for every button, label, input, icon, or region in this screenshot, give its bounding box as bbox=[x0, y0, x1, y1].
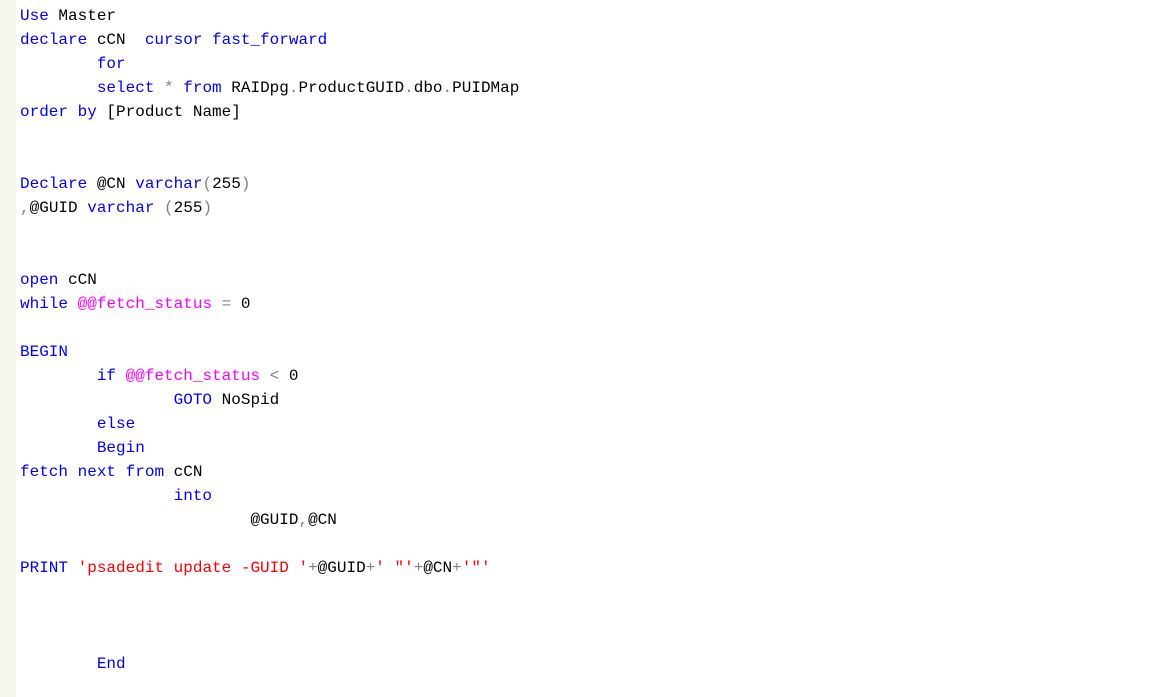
code-token: @@fetch_status bbox=[126, 367, 260, 385]
code-token: @CN bbox=[308, 511, 337, 529]
code-token: RAIDpg bbox=[222, 79, 289, 97]
code-token: varchar bbox=[135, 175, 202, 193]
code-token bbox=[212, 295, 222, 313]
code-token: GOTO bbox=[174, 391, 212, 409]
code-token: varchar bbox=[87, 199, 154, 217]
code-token: declare bbox=[20, 31, 87, 49]
code-token: ProductGUID bbox=[298, 79, 404, 97]
code-token: + bbox=[366, 559, 376, 577]
code-token: Use bbox=[20, 7, 49, 25]
code-token bbox=[68, 103, 78, 121]
code-token: order bbox=[20, 103, 68, 121]
code-token: Declare bbox=[20, 175, 87, 193]
code-token bbox=[154, 199, 164, 217]
code-token: ( bbox=[164, 199, 174, 217]
code-token: fetch bbox=[20, 463, 68, 481]
code-token: for bbox=[97, 55, 126, 73]
code-token: 'psadedit update -GUID ' bbox=[78, 559, 308, 577]
code-token bbox=[20, 391, 174, 409]
code-token: [Product Name] bbox=[97, 103, 241, 121]
code-token: + bbox=[414, 559, 424, 577]
code-token: @GUID bbox=[20, 511, 298, 529]
code-token: if bbox=[97, 367, 116, 385]
code-token bbox=[20, 487, 174, 505]
code-token bbox=[116, 367, 126, 385]
code-token: into bbox=[174, 487, 212, 505]
code-token: ) bbox=[241, 175, 251, 193]
code-token bbox=[116, 463, 126, 481]
code-token: NoSpid bbox=[212, 391, 279, 409]
code-token: . bbox=[404, 79, 414, 97]
code-token: '"' bbox=[462, 559, 491, 577]
code-token: < bbox=[270, 367, 280, 385]
code-token bbox=[20, 415, 97, 433]
code-token bbox=[68, 295, 78, 313]
code-token: cCN bbox=[58, 271, 96, 289]
code-token: 0 bbox=[231, 295, 250, 313]
code-token bbox=[20, 79, 97, 97]
code-token: ) bbox=[202, 199, 212, 217]
code-token: * bbox=[164, 79, 174, 97]
code-token: ' "' bbox=[375, 559, 413, 577]
code-token: @GUID bbox=[30, 199, 88, 217]
code-token: fast_forward bbox=[212, 31, 327, 49]
code-token: by bbox=[78, 103, 97, 121]
code-token: + bbox=[308, 559, 318, 577]
code-token bbox=[154, 79, 164, 97]
code-token: @CN bbox=[87, 175, 135, 193]
code-token bbox=[202, 31, 212, 49]
code-token: End bbox=[97, 655, 126, 673]
code-token: cCN bbox=[164, 463, 202, 481]
code-token: Begin bbox=[97, 439, 145, 457]
code-token: . bbox=[443, 79, 453, 97]
code-token bbox=[68, 559, 78, 577]
code-token: + bbox=[452, 559, 462, 577]
code-token: , bbox=[298, 511, 308, 529]
code-token: 0 bbox=[279, 367, 298, 385]
code-token: , bbox=[20, 199, 30, 217]
left-gutter bbox=[0, 0, 16, 697]
code-token bbox=[260, 367, 270, 385]
code-token: while bbox=[20, 295, 68, 313]
code-token: else bbox=[97, 415, 135, 433]
code-token: from bbox=[126, 463, 164, 481]
code-token: PUIDMap bbox=[452, 79, 519, 97]
code-token: select bbox=[97, 79, 155, 97]
code-token bbox=[20, 655, 97, 673]
code-token: PRINT bbox=[20, 559, 68, 577]
code-token bbox=[174, 79, 184, 97]
code-token: @CN bbox=[423, 559, 452, 577]
code-token: from bbox=[183, 79, 221, 97]
code-token: cursor bbox=[145, 31, 203, 49]
code-token: open bbox=[20, 271, 58, 289]
code-token: dbo bbox=[414, 79, 443, 97]
code-token: next bbox=[78, 463, 116, 481]
code-token: 255 bbox=[212, 175, 241, 193]
code-block: Use Master declare cCN cursor fast_forwa… bbox=[20, 4, 1167, 676]
code-token bbox=[20, 55, 97, 73]
code-token: 255 bbox=[174, 199, 203, 217]
code-token: @GUID bbox=[318, 559, 366, 577]
code-token: @@fetch_status bbox=[78, 295, 212, 313]
code-token: BEGIN bbox=[20, 343, 68, 361]
code-token: cCN bbox=[87, 31, 145, 49]
code-token bbox=[20, 439, 97, 457]
code-token: Master bbox=[49, 7, 116, 25]
code-token bbox=[20, 367, 97, 385]
code-token bbox=[68, 463, 78, 481]
code-token: = bbox=[222, 295, 232, 313]
code-token: ( bbox=[202, 175, 212, 193]
